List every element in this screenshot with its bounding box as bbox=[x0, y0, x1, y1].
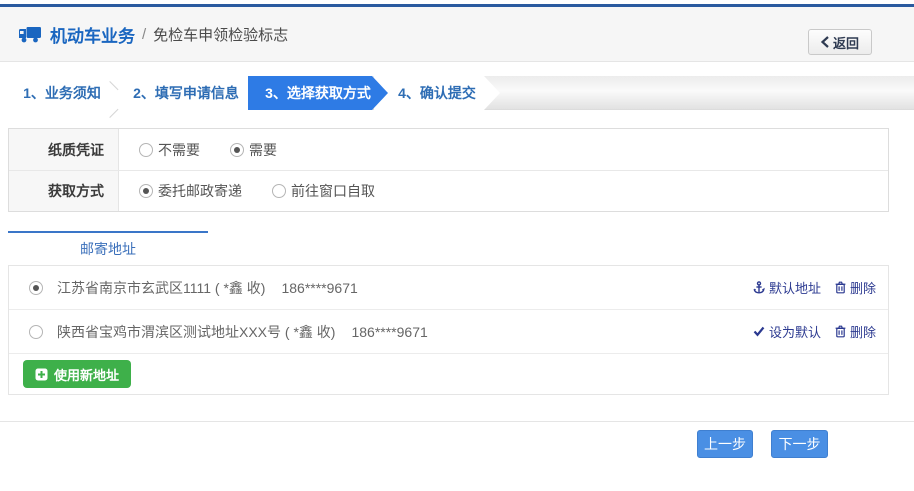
form-row-obtain-method: 获取方式 委托邮政寄递 前往窗口自取 bbox=[9, 170, 888, 211]
back-button[interactable]: 返回 bbox=[808, 29, 872, 55]
tab-mailing-address[interactable]: 邮寄地址 bbox=[8, 231, 208, 265]
radio-label: 委托邮政寄递 bbox=[158, 181, 242, 201]
step-tab-2[interactable]: 2、填写申请信息 bbox=[124, 76, 248, 110]
page-header: 机动车业务 / 免检车申领检验标志 返回 bbox=[0, 7, 914, 62]
radio-option-need[interactable]: 需要 bbox=[230, 140, 277, 160]
section-title: 机动车业务 bbox=[50, 22, 135, 47]
add-address-row: 使用新地址 bbox=[9, 354, 888, 394]
form-label: 纸质凭证 bbox=[9, 129, 119, 170]
breadcrumb: 机动车业务 / 免检车申领检验标志 bbox=[18, 7, 288, 62]
plus-icon bbox=[35, 368, 48, 381]
radio-option-window-pickup[interactable]: 前往窗口自取 bbox=[272, 181, 375, 201]
chevron-left-icon bbox=[821, 36, 829, 48]
footer-divider bbox=[0, 421, 914, 422]
radio-selected-icon[interactable] bbox=[230, 143, 244, 157]
back-button-label: 返回 bbox=[833, 33, 859, 52]
form-options: 委托邮政寄递 前往窗口自取 bbox=[119, 171, 888, 211]
radio-option-no-need[interactable]: 不需要 bbox=[139, 140, 200, 160]
truck-icon bbox=[18, 26, 42, 44]
add-new-address-label: 使用新地址 bbox=[54, 365, 119, 384]
page-title: 免检车申领检验标志 bbox=[153, 24, 288, 45]
set-default-button[interactable]: 设为默认 bbox=[753, 322, 821, 341]
radio-label: 前往窗口自取 bbox=[291, 181, 375, 201]
step-progress-bar: 1、业务须知 2、填写申请信息 3、选择获取方式 4、确认提交 bbox=[0, 76, 914, 110]
action-label: 设为默认 bbox=[769, 322, 821, 341]
step-separator-icon bbox=[110, 81, 122, 105]
check-icon bbox=[753, 326, 765, 337]
action-label: 默认地址 bbox=[769, 278, 821, 297]
radio-label: 需要 bbox=[249, 140, 277, 160]
delete-address-button[interactable]: 删除 bbox=[835, 322, 876, 341]
radio-label: 不需要 bbox=[158, 140, 200, 160]
form-row-paper-voucher: 纸质凭证 不需要 需要 bbox=[9, 129, 888, 170]
action-label: 删除 bbox=[850, 278, 876, 297]
page: 机动车业务 / 免检车申领检验标志 返回 1、业务须知 2、填写申请信息 3、选… bbox=[0, 0, 914, 491]
radio-selected-icon[interactable] bbox=[29, 281, 43, 295]
address-actions: 设为默认 删除 bbox=[753, 322, 876, 341]
step-tab-4[interactable]: 4、确认提交 bbox=[374, 76, 500, 110]
address-row[interactable]: 江苏省南京市玄武区1111 ( *鑫 收) 186****9671 默认地址 删… bbox=[9, 266, 888, 310]
address-phone: 186****9671 bbox=[351, 324, 427, 340]
form-options: 不需要 需要 bbox=[119, 129, 888, 170]
radio-icon[interactable] bbox=[272, 184, 286, 198]
previous-step-button[interactable]: 上一步 bbox=[697, 430, 753, 458]
radio-icon[interactable] bbox=[29, 325, 43, 339]
breadcrumb-separator: / bbox=[142, 26, 146, 43]
radio-option-postal-delivery[interactable]: 委托邮政寄递 bbox=[139, 181, 242, 201]
step-tab-3-active[interactable]: 3、选择获取方式 bbox=[248, 76, 388, 110]
radio-selected-icon[interactable] bbox=[139, 184, 153, 198]
trash-icon bbox=[835, 325, 846, 338]
default-address-button[interactable]: 默认地址 bbox=[753, 278, 821, 297]
radio-icon[interactable] bbox=[139, 143, 153, 157]
trash-icon bbox=[835, 281, 846, 294]
address-phone: 186****9671 bbox=[281, 280, 357, 296]
next-step-button[interactable]: 下一步 bbox=[771, 430, 828, 458]
address-row[interactable]: 陕西省宝鸡市渭滨区测试地址XXX号 ( *鑫 收) 186****9671 设为… bbox=[9, 310, 888, 354]
delete-address-button[interactable]: 删除 bbox=[835, 278, 876, 297]
address-list: 江苏省南京市玄武区1111 ( *鑫 收) 186****9671 默认地址 删… bbox=[8, 265, 889, 395]
form-label: 获取方式 bbox=[9, 171, 119, 211]
address-text: 江苏省南京市玄武区1111 ( *鑫 收) bbox=[57, 278, 265, 298]
address-actions: 默认地址 删除 bbox=[753, 278, 876, 297]
address-text: 陕西省宝鸡市渭滨区测试地址XXX号 ( *鑫 收) bbox=[57, 322, 335, 342]
action-label: 删除 bbox=[850, 322, 876, 341]
anchor-icon bbox=[753, 281, 765, 294]
options-form: 纸质凭证 不需要 需要 获取方式 委托邮政寄递 bbox=[8, 128, 889, 212]
add-new-address-button[interactable]: 使用新地址 bbox=[23, 360, 131, 388]
